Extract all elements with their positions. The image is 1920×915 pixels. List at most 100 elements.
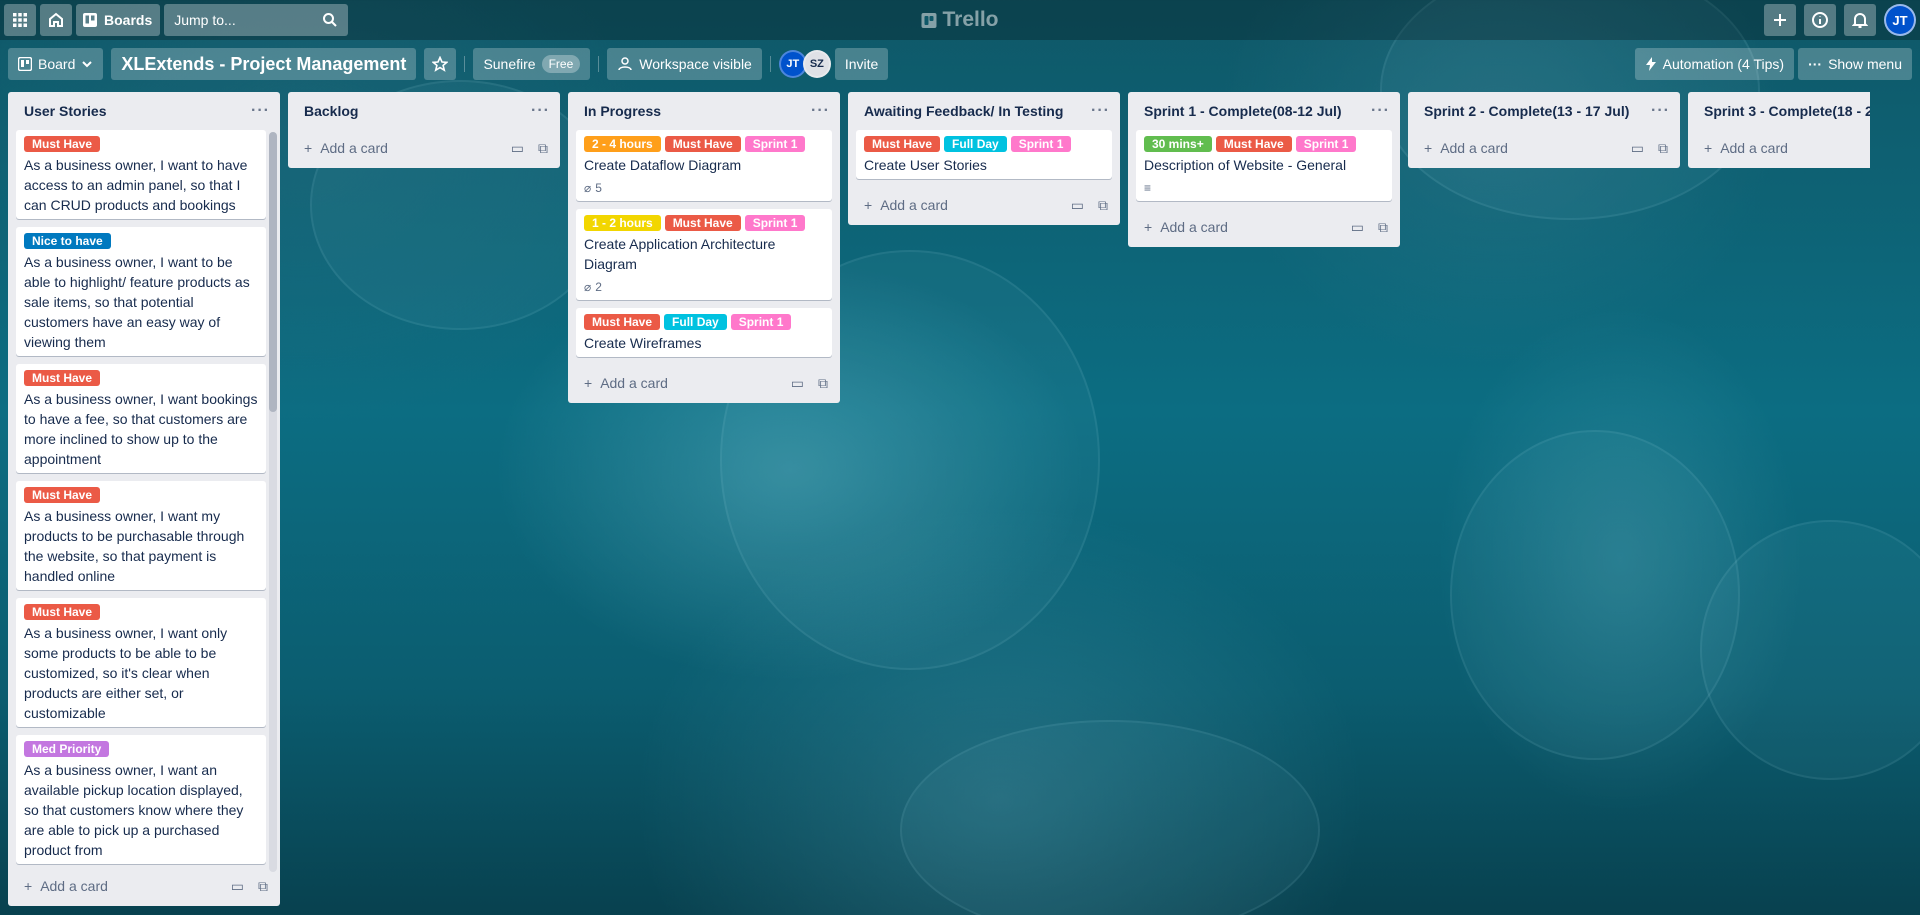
card[interactable]: Must Have Full Day Sprint 1 Create Wiref… (576, 308, 832, 357)
boards-button[interactable]: Boards (76, 4, 161, 36)
card[interactable]: 30 mins+ Must Have Sprint 1 Description … (1136, 130, 1392, 201)
member-avatar[interactable]: SZ (802, 50, 831, 78)
visibility-button[interactable]: Workspace visible (607, 48, 762, 80)
card[interactable]: Must Have Full Day Sprint 1 Create User … (856, 130, 1112, 179)
add-card-button[interactable]: + Add a card (1144, 219, 1228, 235)
card[interactable]: 2 - 4 hours Must Have Sprint 1 Create Da… (576, 130, 832, 201)
video-icon[interactable]: ▭ (1071, 197, 1084, 214)
list-menu-icon[interactable]: ··· (811, 102, 830, 120)
workspace-plan-badge: Free (541, 55, 581, 73)
top-header: Boards Jump to... Trello JT (0, 0, 1920, 40)
card-label[interactable]: Sprint 1 (1295, 136, 1357, 152)
card-label[interactable]: Sprint 1 (1010, 136, 1072, 152)
card-label[interactable]: Must Have (1215, 136, 1292, 152)
notifications-button[interactable] (1844, 4, 1876, 36)
card-label[interactable]: 2 - 4 hours (584, 136, 661, 152)
card[interactable]: Must Have As a business owner, I want bo… (16, 364, 266, 473)
template-icon[interactable]: ⧉ (538, 140, 548, 157)
search-input[interactable]: Jump to... (164, 4, 349, 36)
card-label[interactable]: Must Have (24, 487, 101, 503)
template-icon[interactable]: ⧉ (1378, 219, 1388, 236)
add-card-row: + Add a card ▭ ⧉ (1408, 130, 1680, 166)
invite-button[interactable]: Invite (834, 48, 889, 80)
card-label[interactable]: Sprint 1 (744, 215, 806, 231)
add-card-button[interactable]: + Add a card (24, 878, 108, 894)
list-menu-icon[interactable]: ··· (1091, 102, 1110, 120)
video-icon[interactable]: ▭ (1631, 140, 1644, 157)
automation-button[interactable]: Automation (4 Tips) (1634, 48, 1795, 80)
info-icon (1812, 12, 1828, 28)
list-menu-icon[interactable]: ··· (1371, 102, 1390, 120)
card-label[interactable]: Sprint 1 (730, 314, 792, 330)
information-button[interactable] (1804, 4, 1836, 36)
card-label[interactable]: Must Have (864, 136, 941, 152)
card-label[interactable]: 30 mins+ (1144, 136, 1212, 152)
board-view-switcher[interactable]: Board (8, 48, 104, 80)
list-title[interactable]: Backlog (304, 103, 358, 119)
list-menu-icon[interactable]: ··· (251, 102, 270, 120)
list-title[interactable]: Sprint 3 - Complete(18 - 22 Jul) (1704, 103, 1870, 119)
divider (769, 56, 771, 72)
star-board-button[interactable] (424, 48, 457, 80)
card-label[interactable]: 1 - 2 hours (584, 215, 661, 231)
card-label[interactable]: Nice to have (24, 233, 111, 249)
video-icon[interactable]: ▭ (231, 878, 244, 895)
card-label[interactable]: Med Priority (24, 741, 110, 757)
scrollbar-thumb[interactable] (269, 132, 277, 412)
list-scrollbar[interactable] (269, 132, 277, 872)
list-header[interactable]: Awaiting Feedback/ In Testing ··· (848, 92, 1120, 130)
board-title[interactable]: XLExtends - Project Management (111, 48, 417, 80)
app-switcher-button[interactable] (4, 4, 36, 36)
card-label[interactable]: Must Have (584, 314, 661, 330)
card-label[interactable]: Sprint 1 (744, 136, 806, 152)
card-title: Create Wireframes (584, 335, 702, 351)
user-avatar[interactable]: JT (1884, 4, 1916, 36)
show-menu-button[interactable]: ··· Show menu (1798, 48, 1912, 80)
card[interactable]: Must Have As a business owner, I want my… (16, 481, 266, 590)
card-label[interactable]: Must Have (24, 604, 101, 620)
list-header[interactable]: Sprint 1 - Complete(08-12 Jul) ··· (1128, 92, 1400, 130)
video-icon[interactable]: ▭ (1351, 219, 1364, 236)
video-icon[interactable]: ▭ (791, 375, 804, 392)
add-card-button[interactable]: + Add a card (584, 375, 668, 391)
card-label[interactable]: Must Have (664, 215, 741, 231)
add-card-button[interactable]: + Add a card (1424, 140, 1508, 156)
list-title[interactable]: Awaiting Feedback/ In Testing (864, 103, 1063, 119)
trello-logo[interactable]: Trello (921, 8, 999, 32)
workspace-button[interactable]: Sunefire Free (473, 48, 591, 80)
list-title[interactable]: Sprint 1 - Complete(08-12 Jul) (1144, 103, 1342, 119)
list-menu-icon[interactable]: ··· (531, 102, 550, 120)
list-menu-icon[interactable]: ··· (1651, 102, 1670, 120)
list-title[interactable]: Sprint 2 - Complete(13 - 17 Jul) (1424, 103, 1629, 119)
list-header[interactable]: In Progress ··· (568, 92, 840, 130)
video-icon[interactable]: ▭ (511, 140, 524, 157)
add-card-button[interactable]: + Add a card (864, 197, 948, 213)
template-icon[interactable]: ⧉ (1098, 197, 1108, 214)
template-icon[interactable]: ⧉ (258, 878, 268, 895)
home-button[interactable] (40, 4, 72, 36)
card-label[interactable]: Full Day (664, 314, 727, 330)
add-card-button[interactable]: + Add a card (1704, 140, 1788, 156)
card[interactable]: Med Priority As a business owner, I want… (16, 735, 266, 864)
list-header[interactable]: Backlog ··· (288, 92, 560, 130)
list-header[interactable]: User Stories ··· (8, 92, 280, 130)
template-icon[interactable]: ⧉ (1658, 140, 1668, 157)
plus-icon: + (1144, 219, 1153, 235)
card-label[interactable]: Must Have (24, 136, 101, 152)
list-header[interactable]: Sprint 2 - Complete(13 - 17 Jul) ··· (1408, 92, 1680, 130)
visibility-label: Workspace visible (639, 56, 752, 72)
create-button[interactable] (1764, 4, 1796, 36)
card-label[interactable]: Must Have (24, 370, 101, 386)
card-title: As a business owner, I want only some pr… (24, 625, 228, 721)
card[interactable]: 1 - 2 hours Must Have Sprint 1 Create Ap… (576, 209, 832, 300)
card[interactable]: Must Have As a business owner, I want on… (16, 598, 266, 727)
card[interactable]: Must Have As a business owner, I want to… (16, 130, 266, 219)
add-card-button[interactable]: + Add a card (304, 140, 388, 156)
card[interactable]: Nice to have As a business owner, I want… (16, 227, 266, 356)
template-icon[interactable]: ⧉ (818, 375, 828, 392)
card-label[interactable]: Must Have (664, 136, 741, 152)
list-header[interactable]: Sprint 3 - Complete(18 - 22 Jul) (1688, 92, 1870, 130)
card-label[interactable]: Full Day (944, 136, 1007, 152)
list-title[interactable]: User Stories (24, 103, 106, 119)
list-title[interactable]: In Progress (584, 103, 661, 119)
